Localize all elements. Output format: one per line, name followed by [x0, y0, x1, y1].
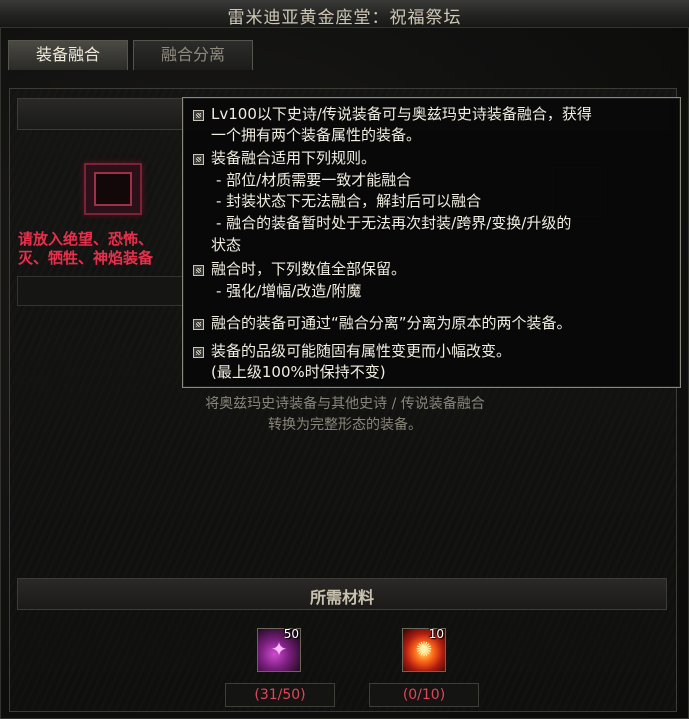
bullet-icon	[193, 347, 204, 358]
materials-header: 所需材料	[17, 578, 667, 610]
purple-crystal-icon[interactable]: ✦ 50	[257, 627, 301, 672]
tooltip-line: 一个拥有两个装备属性的装备。	[211, 126, 422, 144]
bullet-icon	[193, 154, 204, 165]
tooltip-line: 装备融合适用下列规则。	[211, 149, 377, 167]
tab-equipment-fusion[interactable]: 装备融合	[8, 40, 128, 70]
tooltip-line: - 封装状态下无法融合，解封后可以融合	[216, 192, 482, 210]
tooltip-line: - 强化/增幅/改造/附魔	[216, 282, 362, 300]
fire-orb-icon[interactable]: ✺ 10	[402, 627, 446, 672]
tab-fusion-separation[interactable]: 融合分离	[133, 40, 253, 70]
equipment-slot-socket	[94, 172, 132, 206]
bullet-icon	[193, 319, 204, 330]
title-bar: 雷米迪亚黄金座堂：祝福祭坛	[0, 0, 689, 28]
tooltip-line: - 融合的装备暂时处于无法再次封装/跨界/变换/升级的	[216, 214, 572, 232]
materials-title: 所需材料	[309, 588, 374, 607]
window-title: 雷米迪亚黄金座堂：祝福祭坛	[227, 8, 462, 28]
tooltip-line: 装备的品级可能随固有属性变更而小幅改变。	[211, 342, 512, 360]
tooltip-line: (最上级100%时保持不变)	[211, 363, 386, 381]
material-quantity: (31/50)	[225, 683, 335, 707]
bullet-icon	[193, 265, 204, 276]
bullet-icon	[193, 110, 204, 121]
material-badge: 10	[428, 627, 444, 641]
tooltip-line: 状态	[211, 236, 242, 254]
tooltip-line: 融合时，下列数值全部保留。	[211, 260, 407, 278]
info-tooltip: Lv100以下史诗/传说装备可与奥兹玛史诗装备融合，获得 一个拥有两个装备属性的…	[182, 97, 681, 388]
tooltip-line: - 部位/材质需要一致才能融合	[216, 171, 412, 189]
equipment-slot[interactable]	[84, 163, 142, 215]
slot-hint-text: 请放入绝望、恐怖、 灭、牺牲、神焰装备	[18, 230, 154, 267]
tooltip-line: Lv100以下史诗/传说装备可与奥兹玛史诗装备融合，获得	[211, 105, 592, 123]
slot-name-bar	[17, 276, 184, 306]
material-quantity: (0/10)	[369, 683, 479, 707]
material-badge: 50	[283, 627, 299, 641]
fusion-description: 将奥兹玛史诗装备与其他史诗 / 传说装备融合 转换为完整形态的装备。	[205, 396, 485, 433]
tooltip-line: 融合的装备可通过“融合分离”分离为原本的两个装备。	[211, 314, 572, 332]
